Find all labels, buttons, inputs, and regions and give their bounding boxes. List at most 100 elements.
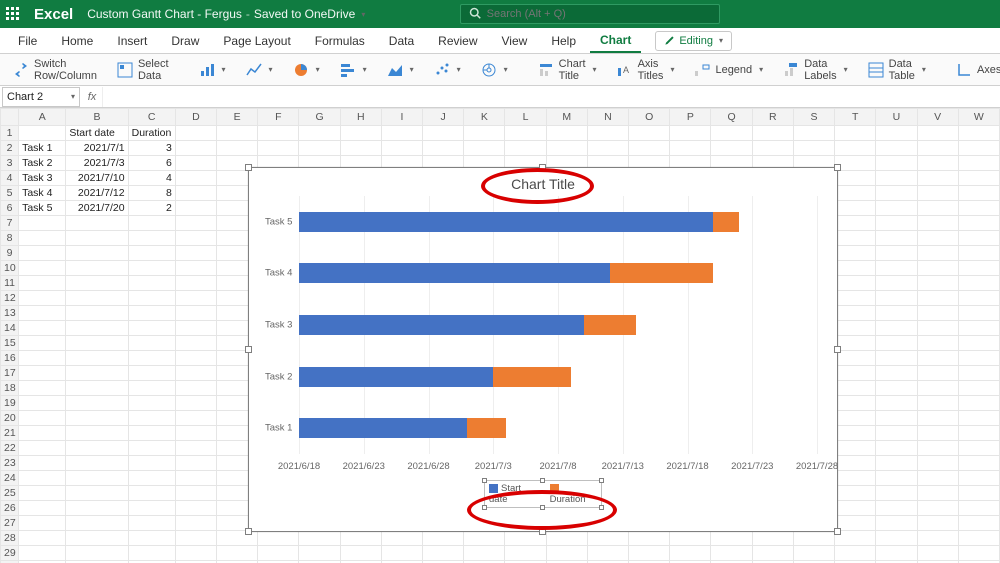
cell[interactable] xyxy=(423,141,464,156)
row-header[interactable]: 19 xyxy=(1,396,19,411)
chart-plot-area[interactable]: 2021/6/182021/6/232021/6/282021/7/32021/… xyxy=(299,196,817,476)
chart-type-scatter-button[interactable]: ▾ xyxy=(429,59,466,81)
cell[interactable] xyxy=(128,366,175,381)
cell[interactable] xyxy=(128,501,175,516)
bar-segment-startdate[interactable] xyxy=(299,315,584,335)
cell[interactable] xyxy=(66,351,128,366)
cell[interactable] xyxy=(66,366,128,381)
cell[interactable] xyxy=(128,231,175,246)
cell[interactable] xyxy=(917,171,958,186)
row-header[interactable]: 29 xyxy=(1,546,19,561)
cell[interactable] xyxy=(629,531,670,546)
cell[interactable] xyxy=(175,366,216,381)
cell[interactable] xyxy=(835,456,876,471)
cell[interactable] xyxy=(876,276,917,291)
cell[interactable] xyxy=(66,501,128,516)
row-header[interactable]: 9 xyxy=(1,246,19,261)
data-labels-button[interactable]: Data Labels▾ xyxy=(778,55,852,85)
cell[interactable] xyxy=(19,501,66,516)
cell[interactable] xyxy=(876,216,917,231)
cell[interactable] xyxy=(917,291,958,306)
name-box[interactable]: Chart 2 ▾ xyxy=(2,87,80,107)
col-header[interactable]: K xyxy=(464,109,505,126)
cell[interactable] xyxy=(835,396,876,411)
cell[interactable] xyxy=(835,351,876,366)
chart-object[interactable]: Chart Title 2021/6/182021/6/232021/6/282… xyxy=(248,167,838,532)
cell[interactable] xyxy=(917,201,958,216)
cell[interactable] xyxy=(670,546,711,561)
cell[interactable] xyxy=(793,531,834,546)
row-header[interactable]: 8 xyxy=(1,231,19,246)
cell[interactable] xyxy=(464,141,505,156)
cell[interactable] xyxy=(175,471,216,486)
cell[interactable] xyxy=(835,171,876,186)
cell[interactable] xyxy=(128,486,175,501)
cell[interactable] xyxy=(128,411,175,426)
cell[interactable] xyxy=(19,366,66,381)
cell[interactable]: 2021/7/1 xyxy=(66,141,128,156)
cell[interactable] xyxy=(19,396,66,411)
cell[interactable] xyxy=(958,351,999,366)
cell[interactable] xyxy=(19,381,66,396)
cell[interactable] xyxy=(546,126,587,141)
row-header[interactable]: 13 xyxy=(1,306,19,321)
axes-button[interactable]: Axes▾ xyxy=(951,59,1000,81)
row-header[interactable]: 6 xyxy=(1,201,19,216)
cell[interactable] xyxy=(175,276,216,291)
cell[interactable] xyxy=(752,546,793,561)
bar-segment-startdate[interactable] xyxy=(299,418,467,438)
cell[interactable] xyxy=(917,186,958,201)
resize-handle[interactable] xyxy=(834,528,841,535)
tab-data[interactable]: Data xyxy=(379,30,424,52)
cell[interactable] xyxy=(752,126,793,141)
row-header[interactable]: 3 xyxy=(1,156,19,171)
chart-title[interactable]: Chart Title xyxy=(249,168,837,196)
cell[interactable] xyxy=(835,186,876,201)
table-row[interactable]: 29 xyxy=(1,546,1000,561)
cell[interactable] xyxy=(958,501,999,516)
cell[interactable] xyxy=(423,126,464,141)
cell[interactable] xyxy=(19,411,66,426)
cell[interactable] xyxy=(917,156,958,171)
cell[interactable] xyxy=(128,261,175,276)
cell[interactable] xyxy=(175,156,216,171)
cell[interactable] xyxy=(958,381,999,396)
resize-handle[interactable] xyxy=(245,528,252,535)
chart-type-other-button[interactable]: ▾ xyxy=(476,59,513,81)
cell[interactable] xyxy=(835,201,876,216)
cell[interactable] xyxy=(958,456,999,471)
resize-handle[interactable] xyxy=(245,346,252,353)
document-name[interactable]: Custom Gantt Chart - Fergus - Saved to O… xyxy=(87,7,365,21)
cell[interactable] xyxy=(546,531,587,546)
cell[interactable] xyxy=(670,531,711,546)
cell[interactable] xyxy=(19,441,66,456)
cell[interactable] xyxy=(175,126,216,141)
cell[interactable] xyxy=(917,276,958,291)
col-header[interactable]: S xyxy=(793,109,834,126)
cell[interactable] xyxy=(340,126,381,141)
cell[interactable] xyxy=(128,546,175,561)
cell[interactable] xyxy=(752,141,793,156)
cell[interactable] xyxy=(128,381,175,396)
cell[interactable] xyxy=(175,516,216,531)
cell[interactable] xyxy=(876,546,917,561)
cell[interactable]: 4 xyxy=(128,171,175,186)
cell[interactable] xyxy=(711,531,752,546)
cell[interactable] xyxy=(958,441,999,456)
row-header[interactable]: 18 xyxy=(1,381,19,396)
cell[interactable] xyxy=(876,126,917,141)
resize-handle[interactable] xyxy=(540,505,545,510)
switch-row-column-button[interactable]: Switch Row/Column xyxy=(8,55,102,85)
fx-icon[interactable]: fx xyxy=(82,91,102,103)
cell[interactable] xyxy=(876,231,917,246)
cell[interactable] xyxy=(835,366,876,381)
cell[interactable] xyxy=(587,531,628,546)
cell[interactable] xyxy=(958,411,999,426)
cell[interactable] xyxy=(66,246,128,261)
row-header[interactable]: 1 xyxy=(1,126,19,141)
cell[interactable] xyxy=(19,276,66,291)
cell[interactable] xyxy=(917,321,958,336)
tab-chart[interactable]: Chart xyxy=(590,29,641,53)
cell[interactable] xyxy=(876,471,917,486)
cell[interactable] xyxy=(19,126,66,141)
